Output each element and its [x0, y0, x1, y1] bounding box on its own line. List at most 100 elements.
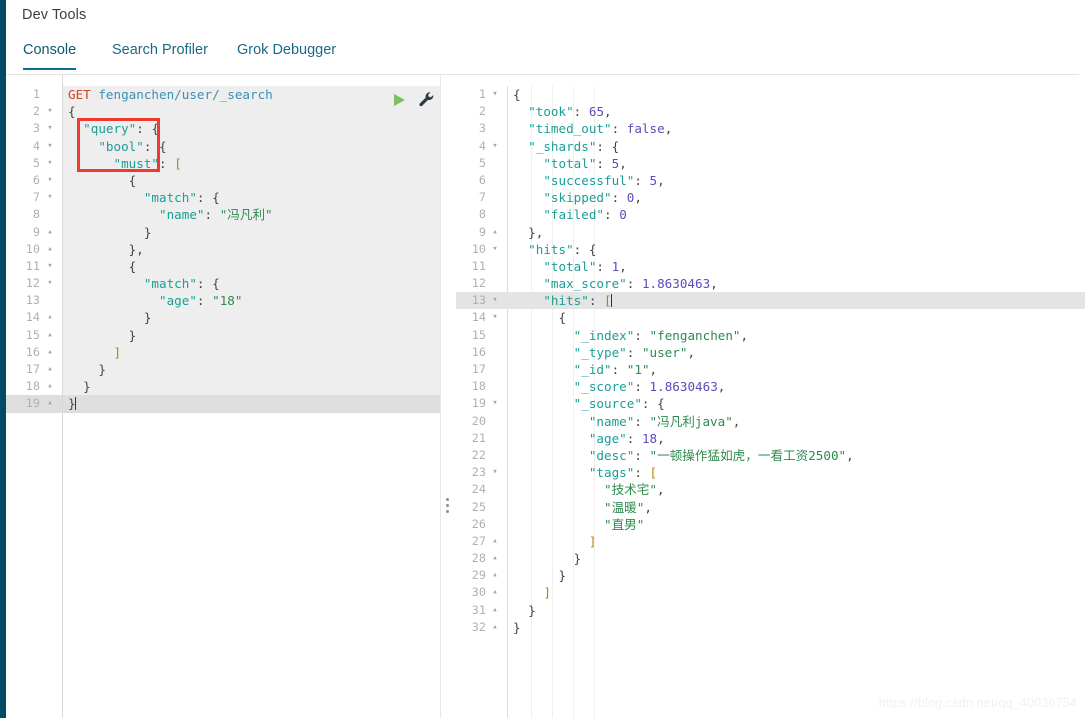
- fold-close-icon[interactable]: ▴: [489, 602, 501, 619]
- fold-close-icon[interactable]: ▴: [489, 619, 501, 636]
- code-text: "total": 1,: [543, 258, 627, 274]
- code-text: }: [528, 602, 536, 618]
- fold-open-icon[interactable]: ▾: [44, 120, 56, 137]
- code-line[interactable]: 9 ▴ }: [6, 224, 440, 241]
- fold-open-icon[interactable]: ▾: [44, 189, 56, 206]
- fold-close-icon[interactable]: ▴: [489, 567, 501, 584]
- code-line[interactable]: 7 ▾ "match": {: [6, 189, 440, 206]
- wrench-icon[interactable]: [418, 91, 435, 108]
- code-line[interactable]: 4 ▾ "bool": {: [6, 138, 440, 155]
- fold-open-icon[interactable]: ▾: [489, 292, 501, 309]
- code-line[interactable]: 12 ▾ "match": {: [6, 275, 440, 292]
- code-line[interactable]: 10 ▾ "hits": {: [456, 241, 1085, 258]
- fold-close-icon[interactable]: ▴: [44, 344, 56, 361]
- code-line[interactable]: 6 "successful": 5,: [456, 172, 1085, 189]
- fold-close-icon[interactable]: ▴: [44, 395, 56, 412]
- line-number: 6: [32, 172, 40, 187]
- fold-close-icon[interactable]: ▴: [489, 533, 501, 550]
- code-line[interactable]: 29 ▴ }: [456, 567, 1085, 584]
- line-number: 8: [32, 207, 40, 222]
- fold-close-icon[interactable]: ▴: [44, 327, 56, 344]
- code-line[interactable]: 16 "_type": "user",: [456, 344, 1085, 361]
- code-line[interactable]: 28 ▴ }: [456, 550, 1085, 567]
- fold-open-icon[interactable]: ▾: [489, 464, 501, 481]
- code-line[interactable]: 5 "total": 5,: [456, 155, 1085, 172]
- code-line[interactable]: 26 "直男": [456, 516, 1085, 533]
- code-line[interactable]: 3 ▾ "query": {: [6, 120, 440, 137]
- code-line[interactable]: 17 ▴ }: [6, 361, 440, 378]
- code-line[interactable]: 30 ▴ ]: [456, 584, 1085, 601]
- fold-open-icon[interactable]: ▾: [489, 309, 501, 326]
- code-line[interactable]: 12 "max_score": 1.8630463,: [456, 275, 1085, 292]
- code-line[interactable]: 18 "_score": 1.8630463,: [456, 378, 1085, 395]
- code-line[interactable]: 1 GET fenganchen/user/_search: [6, 86, 440, 103]
- code-line[interactable]: 15 ▴ }: [6, 327, 440, 344]
- code-line[interactable]: 8 "failed": 0: [456, 206, 1085, 223]
- code-line[interactable]: 5 ▾ "must": [: [6, 155, 440, 172]
- fold-close-icon[interactable]: ▴: [489, 584, 501, 601]
- code-line[interactable]: 10 ▴ },: [6, 241, 440, 258]
- request-editor-lines[interactable]: 1 GET fenganchen/user/_search 2 ▾ {3 ▾ "query…: [6, 86, 440, 413]
- fold-close-icon[interactable]: ▴: [44, 378, 56, 395]
- fold-close-icon[interactable]: ▴: [44, 361, 56, 378]
- code-text: "match": {: [143, 276, 220, 292]
- code-line[interactable]: 6 ▾ {: [6, 172, 440, 189]
- code-line[interactable]: 19 ▴}: [6, 395, 440, 413]
- code-line[interactable]: 24 "技术宅",: [456, 481, 1085, 498]
- dev-tools-window: Dev Tools Console Search Profiler Grok D…: [0, 0, 1085, 718]
- code-line[interactable]: 15 "_index": "fenganchen",: [456, 327, 1085, 344]
- code-text: "must": [: [113, 155, 182, 171]
- code-line[interactable]: 31 ▴ }: [456, 602, 1085, 619]
- code-line[interactable]: 23 ▾ "tags": [: [456, 464, 1085, 481]
- code-line[interactable]: 14 ▾ {: [456, 309, 1085, 326]
- tab-grok-debugger[interactable]: Grok Debugger: [237, 42, 336, 69]
- code-line[interactable]: 3 "timed_out": false,: [456, 120, 1085, 137]
- code-line[interactable]: 27 ▴ ]: [456, 533, 1085, 550]
- fold-open-icon[interactable]: ▾: [44, 138, 56, 155]
- code-line[interactable]: 2 ▾ {: [6, 103, 440, 120]
- code-line[interactable]: 32 ▴}: [456, 619, 1085, 636]
- code-line[interactable]: 1 ▾ {: [456, 86, 1085, 103]
- fold-open-icon[interactable]: ▾: [489, 86, 501, 103]
- fold-open-icon[interactable]: ▾: [489, 395, 501, 412]
- fold-open-icon[interactable]: ▾: [489, 138, 501, 155]
- tab-search-profiler[interactable]: Search Profiler: [112, 42, 208, 69]
- play-triangle-icon[interactable]: [391, 92, 407, 108]
- fold-close-icon[interactable]: ▴: [44, 224, 56, 241]
- code-line[interactable]: 7 "skipped": 0,: [456, 189, 1085, 206]
- code-line[interactable]: 11 "total": 1,: [456, 258, 1085, 275]
- fold-close-icon[interactable]: ▴: [489, 550, 501, 567]
- code-line[interactable]: 14 ▴ }: [6, 309, 440, 326]
- code-line[interactable]: 2 "took": 65,: [456, 103, 1085, 120]
- code-line[interactable]: 21 "age": 18,: [456, 430, 1085, 447]
- code-line[interactable]: 22 "desc": "一顿操作猛如虎，一看工资2500",: [456, 447, 1085, 464]
- fold-open-icon[interactable]: ▾: [44, 172, 56, 189]
- fold-open-icon[interactable]: ▾: [44, 258, 56, 275]
- response-viewer-panel[interactable]: 1 ▾{2 "took": 65, 3 "timed_out": false, 4 ▾ …: [456, 75, 1085, 718]
- code-line[interactable]: 11 ▾ {: [6, 258, 440, 275]
- code-line[interactable]: 8 "name": "冯凡利": [6, 206, 440, 223]
- code-line[interactable]: 9 ▴ },: [456, 224, 1085, 241]
- response-viewer-lines[interactable]: 1 ▾{2 "took": 65, 3 "timed_out": false, 4 ▾ …: [456, 86, 1085, 636]
- request-editor-panel[interactable]: 1 GET fenganchen/user/_search 2 ▾ {3 ▾ "query…: [6, 75, 440, 718]
- code-line[interactable]: 13 ▾ "hits": [: [456, 292, 1085, 310]
- code-line[interactable]: 4 ▾ "_shards": {: [456, 138, 1085, 155]
- code-line[interactable]: 17 "_id": "1",: [456, 361, 1085, 378]
- fold-close-icon[interactable]: ▴: [44, 241, 56, 258]
- code-line[interactable]: 18 ▴ }: [6, 378, 440, 395]
- fold-open-icon[interactable]: ▾: [44, 103, 56, 120]
- code-line[interactable]: 16 ▴ ]: [6, 344, 440, 361]
- code-line[interactable]: 20 "name": "冯凡利java",: [456, 413, 1085, 430]
- panel-splitter-handle[interactable]: [443, 495, 452, 515]
- tab-console[interactable]: Console: [23, 42, 77, 70]
- line-number: 19: [25, 396, 40, 411]
- fold-open-icon[interactable]: ▾: [489, 241, 501, 258]
- code-line[interactable]: 13 "age": "18": [6, 292, 440, 309]
- fold-close-icon[interactable]: ▴: [489, 224, 501, 241]
- code-line[interactable]: 25 "温暖",: [456, 499, 1085, 516]
- fold-close-icon[interactable]: ▴: [44, 309, 56, 326]
- code-line[interactable]: 19 ▾ "_source": {: [456, 395, 1085, 412]
- code-text: "total": 5,: [543, 155, 627, 171]
- fold-open-icon[interactable]: ▾: [44, 275, 56, 292]
- fold-open-icon[interactable]: ▾: [44, 155, 56, 172]
